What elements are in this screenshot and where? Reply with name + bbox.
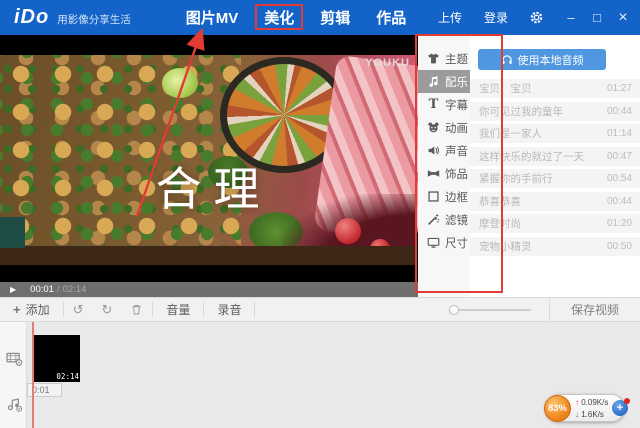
upload-arrow-icon: ↑ bbox=[575, 398, 579, 407]
nav-tab-clip[interactable]: 剪辑 bbox=[307, 0, 363, 35]
title-bar: iDo 用影像分享生活 图片MV 美化 剪辑 作品 上传 登录 – □ × bbox=[0, 0, 640, 35]
song-row[interactable]: 摩登时尚01:20 bbox=[470, 214, 640, 233]
speed-stats: ↑ 0.09K/s ↓ 1.6K/s bbox=[575, 397, 608, 421]
sidebar-item-theme[interactable]: 主题 bbox=[418, 47, 470, 70]
titlebar-actions: 上传 登录 – □ × bbox=[427, 9, 640, 27]
slider-knob[interactable] bbox=[449, 305, 459, 315]
song-row[interactable]: 我们是一家人01:14 bbox=[470, 124, 640, 143]
song-list: 宝贝、宝贝01:27 你可见过我的童年00:44 我们是一家人01:14 这样快… bbox=[470, 79, 640, 256]
sidebar-item-sound[interactable]: 声音 bbox=[418, 139, 470, 162]
total-duration: 02:14 bbox=[63, 284, 87, 295]
settings-gear-icon[interactable] bbox=[529, 10, 544, 25]
monitor-icon bbox=[427, 236, 440, 249]
sidebar-item-ornament[interactable]: 饰品 bbox=[418, 162, 470, 185]
toolbar-separator bbox=[254, 302, 255, 317]
slider-track bbox=[449, 309, 531, 311]
undo-button[interactable]: ↺ bbox=[64, 298, 93, 321]
sidebar-item-music[interactable]: 配乐 bbox=[418, 70, 470, 93]
animal-face-icon bbox=[427, 121, 440, 134]
upload-button[interactable]: 上传 bbox=[427, 9, 473, 26]
save-video-button[interactable]: 保存视频 bbox=[549, 298, 640, 321]
song-row[interactable]: 你可见过我的童年00:44 bbox=[470, 102, 640, 121]
download-speed: 1.6K/s bbox=[581, 410, 604, 419]
sidebar-item-subtitle[interactable]: T 字幕 bbox=[418, 93, 470, 116]
magic-wand-icon bbox=[427, 213, 440, 226]
sidebar-item-border[interactable]: 边框 bbox=[418, 185, 470, 208]
music-list-panel: 使用本地音频 宝贝、宝贝01:27 你可见过我的童年00:44 我们是一家人01… bbox=[470, 35, 640, 297]
main-nav: 图片MV 美化 剪辑 作品 bbox=[173, 0, 420, 35]
nav-tab-works[interactable]: 作品 bbox=[363, 0, 419, 35]
add-button[interactable]: +添加 bbox=[0, 298, 63, 321]
close-button[interactable]: × bbox=[610, 9, 636, 27]
redo-button[interactable]: ↻ bbox=[93, 298, 122, 321]
current-time: 00:01 bbox=[30, 284, 54, 295]
video-caption-overlay: 合理 bbox=[0, 153, 415, 219]
player-column: YOUKU 合理 ▶ 00:01 / 02:14 bbox=[0, 35, 418, 297]
bowtie-icon bbox=[427, 167, 440, 180]
song-row[interactable]: 恭喜恭喜00:44 bbox=[470, 192, 640, 211]
time-separator: / bbox=[57, 284, 60, 295]
song-row[interactable]: 这样快乐的就过了一天00:47 bbox=[470, 147, 640, 166]
trash-icon bbox=[130, 303, 143, 316]
plus-icon: + bbox=[13, 302, 21, 317]
clip-duration-label: 02:14 bbox=[56, 372, 79, 381]
track-header-column bbox=[0, 322, 27, 428]
headphone-icon bbox=[501, 54, 513, 66]
audio-track-icon[interactable] bbox=[6, 397, 23, 417]
download-arrow-icon: ↓ bbox=[575, 410, 579, 419]
download-speed-widget[interactable]: 83% ↑ 0.09K/s ↓ 1.6K/s + bbox=[545, 394, 625, 422]
frame-icon bbox=[427, 190, 440, 203]
volume-button[interactable]: 音量 bbox=[153, 298, 203, 321]
maximize-button[interactable]: □ bbox=[584, 10, 610, 25]
text-T-icon: T bbox=[427, 97, 440, 112]
video-preview[interactable]: YOUKU 合理 bbox=[0, 35, 418, 282]
edit-toolbar: +添加 ↺ ↻ 音量 录音 保存视频 bbox=[0, 297, 640, 322]
login-button[interactable]: 登录 bbox=[473, 9, 519, 26]
nav-tab-beautify[interactable]: 美化 bbox=[251, 0, 307, 35]
song-row[interactable]: 紧握你的手前行00:54 bbox=[470, 169, 640, 188]
toolbar-right-group: 保存视频 bbox=[449, 298, 640, 321]
music-note-icon bbox=[427, 75, 440, 88]
minimize-button[interactable]: – bbox=[558, 10, 584, 25]
video-clip-thumbnail[interactable]: 02:14 bbox=[33, 335, 80, 382]
record-button[interactable]: 录音 bbox=[204, 298, 254, 321]
ido-app-window: iDo 用影像分享生活 图片MV 美化 剪辑 作品 上传 登录 – □ × bbox=[0, 0, 640, 428]
youku-watermark: YOUKU bbox=[365, 57, 410, 69]
add-task-button[interactable]: + bbox=[612, 400, 628, 416]
play-button[interactable]: ▶ bbox=[10, 285, 16, 294]
progress-percent-badge[interactable]: 83% bbox=[544, 395, 571, 422]
right-panel: 主题 配乐 T 字幕 动画 声音 bbox=[418, 35, 640, 297]
delete-button[interactable] bbox=[121, 298, 152, 321]
sidebar-item-size[interactable]: 尺寸 bbox=[418, 231, 470, 254]
video-track-icon[interactable] bbox=[6, 351, 23, 371]
playback-bar: ▶ 00:01 / 02:14 bbox=[0, 282, 418, 297]
timeline-zoom-slider[interactable] bbox=[449, 305, 531, 315]
main-content: YOUKU 合理 ▶ 00:01 / 02:14 主题 bbox=[0, 35, 640, 297]
app-tagline: 用影像分享生活 bbox=[57, 12, 131, 27]
upload-speed: 0.09K/s bbox=[581, 398, 608, 407]
app-logo: iDo bbox=[14, 6, 49, 29]
song-row[interactable]: 宠物小精灵00:50 bbox=[470, 237, 640, 256]
notification-dot bbox=[624, 398, 630, 404]
use-local-audio-button[interactable]: 使用本地音频 bbox=[478, 49, 606, 70]
timeline-playhead[interactable] bbox=[32, 322, 34, 428]
speaker-icon bbox=[427, 144, 440, 157]
sidebar-item-filter[interactable]: 滤镜 bbox=[418, 208, 470, 231]
time-display: 00:01 / 02:14 bbox=[30, 284, 86, 295]
effects-sidebar: 主题 配乐 T 字幕 动画 声音 bbox=[418, 35, 470, 297]
tshirt-icon bbox=[427, 52, 440, 65]
nav-tab-photo-mv[interactable]: 图片MV bbox=[173, 0, 252, 35]
song-row[interactable]: 宝贝、宝贝01:27 bbox=[470, 79, 640, 98]
sidebar-item-animation[interactable]: 动画 bbox=[418, 116, 470, 139]
